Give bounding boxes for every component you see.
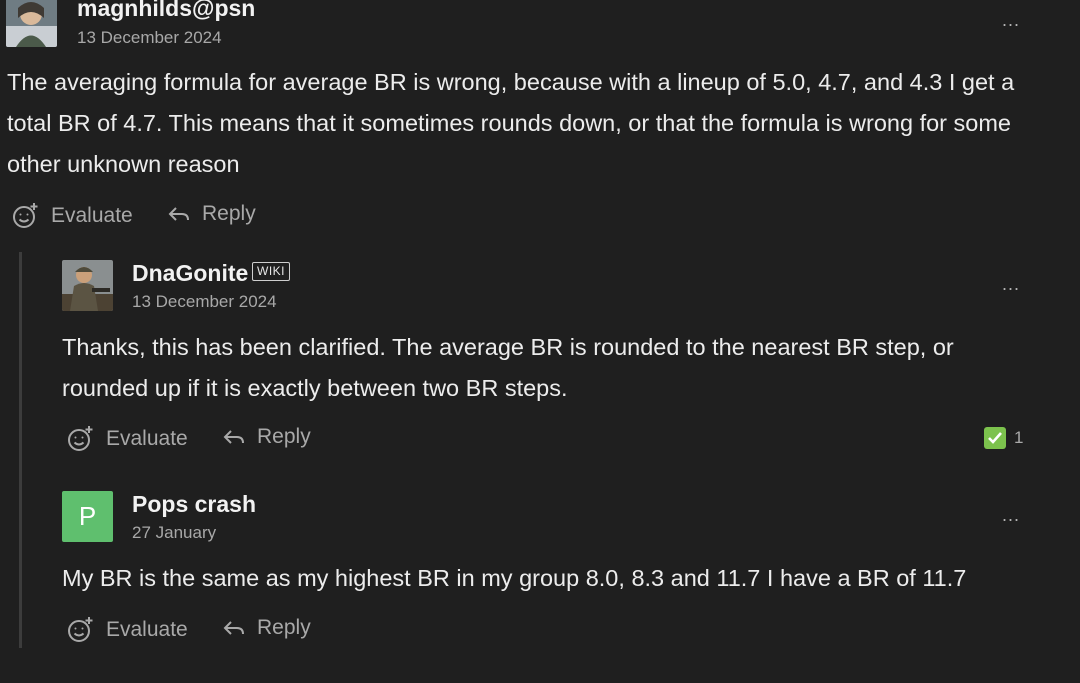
check-icon xyxy=(984,427,1006,449)
username[interactable]: Pops crash xyxy=(132,491,256,518)
post-date[interactable]: 13 December 2024 xyxy=(77,28,222,48)
more-options-icon[interactable]: ... xyxy=(1002,10,1020,31)
reply-label: Reply xyxy=(202,202,256,225)
smiley-plus-icon xyxy=(12,202,39,229)
solution-count[interactable]: 1 xyxy=(984,427,1023,449)
reply-arrow-icon xyxy=(223,619,245,637)
smiley-plus-icon xyxy=(67,616,94,643)
reply-thread-line xyxy=(19,252,22,648)
reply-arrow-icon xyxy=(168,205,190,223)
evaluate-label: Evaluate xyxy=(51,203,133,227)
post-date[interactable]: 13 December 2024 xyxy=(132,292,277,312)
avatar[interactable] xyxy=(62,260,113,311)
evaluate-label: Evaluate xyxy=(106,617,188,641)
solution-count-value: 1 xyxy=(1014,428,1024,447)
reply-arrow-icon xyxy=(223,428,245,446)
reply-label: Reply xyxy=(257,616,311,639)
evaluate-button[interactable]: Evaluate xyxy=(67,425,188,452)
reply-button[interactable]: Reply xyxy=(223,425,311,449)
username[interactable]: DnaGonite xyxy=(132,260,248,287)
username[interactable]: magnhilds@psn xyxy=(77,0,255,22)
evaluate-label: Evaluate xyxy=(106,426,188,450)
avatar[interactable]: P xyxy=(62,491,113,542)
more-options-icon[interactable]: ... xyxy=(1002,505,1020,526)
avatar[interactable] xyxy=(6,0,57,47)
evaluate-button[interactable]: Evaluate xyxy=(67,616,188,643)
reply-label: Reply xyxy=(257,425,311,448)
post-date[interactable]: 27 January xyxy=(132,523,216,543)
evaluate-button[interactable]: Evaluate xyxy=(12,202,133,229)
smiley-plus-icon xyxy=(67,425,94,452)
reply-button[interactable]: Reply xyxy=(223,616,311,640)
post-body: Thanks, this has been clarified. The ave… xyxy=(62,334,954,401)
post-body: My BR is the same as my highest BR in my… xyxy=(62,565,967,591)
reply-button[interactable]: Reply xyxy=(168,202,256,226)
wiki-badge: WIKI xyxy=(252,262,290,281)
post-body: The averaging formula for average BR is … xyxy=(7,69,1015,177)
more-options-icon[interactable]: ... xyxy=(1002,274,1020,295)
